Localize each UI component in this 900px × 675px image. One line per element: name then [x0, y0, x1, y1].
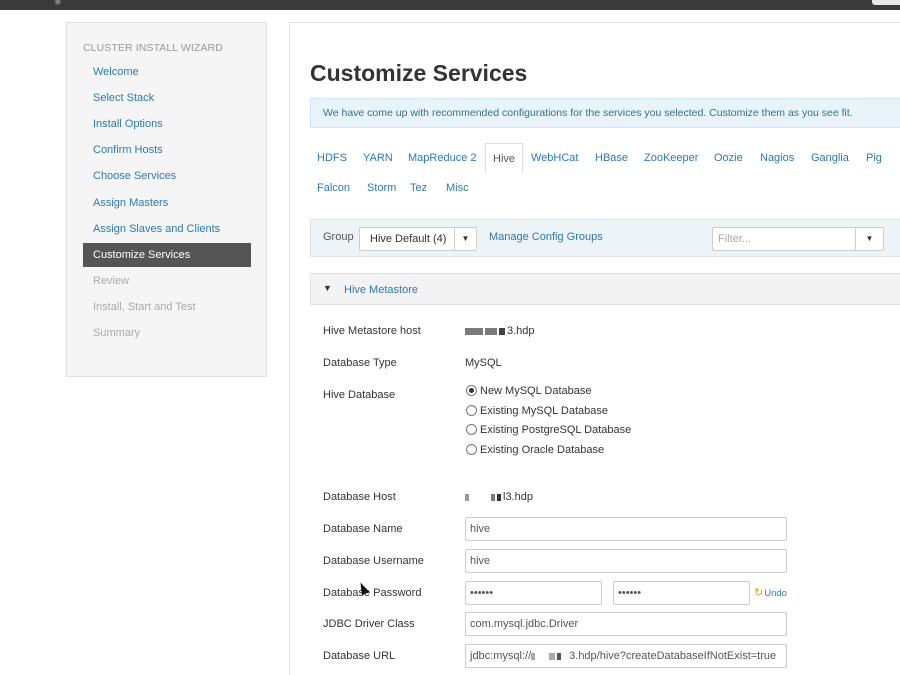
collapse-triangle-icon[interactable]: ▼ [323, 283, 332, 293]
wizard-step-install-start-test: Install, Start and Test [93, 301, 196, 313]
undo-button[interactable]: ↻Undo [754, 586, 787, 599]
redacted-mark [465, 327, 483, 335]
wizard-step-assign-slaves[interactable]: Assign Slaves and Clients [83, 217, 251, 241]
config-group-value: Hive Default (4) [370, 233, 447, 245]
wizard-step-summary: Summary [93, 327, 141, 339]
database-url-input[interactable]: jdbc:mysql:// 3.hdp/hive?createDatabaseIf… [465, 644, 787, 668]
wizard-step-customize-services[interactable]: Customize Services [83, 243, 251, 267]
tab-falcon[interactable]: Falcon [310, 173, 357, 203]
radio-label: Existing Oracle Database [480, 444, 605, 456]
redacted-mark [557, 652, 562, 660]
group-label: Group [323, 231, 354, 243]
page-title: Customize Services [310, 60, 528, 86]
wizard-step-welcome[interactable]: Welcome [83, 60, 251, 84]
tab-nagios[interactable]: Nagios [753, 143, 801, 173]
wizard-step-assign-masters[interactable]: Assign Masters [83, 191, 251, 215]
database-host-label: Database Host [323, 491, 396, 503]
tab-tez[interactable]: Tez [403, 173, 434, 203]
hive-metastore-section-header[interactable]: ▼ Hive Metastore [310, 273, 900, 305]
database-url-suffix: 3.hdp/hive?createDatabaseIfNotExist=true [569, 650, 777, 662]
metastore-host-text: 3.hdp [507, 325, 535, 337]
wizard-step-confirm-hosts[interactable]: Confirm Hosts [83, 138, 251, 162]
tab-mapreduce2[interactable]: MapReduce 2 [401, 143, 484, 173]
radio-checked-icon[interactable] [466, 385, 477, 396]
radio-existing-mysql[interactable]: Existing MySQL Database [466, 404, 608, 420]
tab-zookeeper[interactable]: ZooKeeper [637, 143, 705, 173]
tab-yarn[interactable]: YARN [356, 143, 400, 173]
database-password-input[interactable]: •••••• [465, 581, 602, 605]
tab-oozie[interactable]: Oozie [707, 143, 750, 173]
config-group-select[interactable]: Hive Default (4) ▼ [359, 227, 477, 251]
radio-label: Existing MySQL Database [480, 405, 608, 417]
database-type-label: Database Type [323, 357, 397, 369]
metastore-host-value: 3.hdp [465, 325, 535, 337]
redacted-mark [499, 327, 505, 335]
jdbc-driver-input[interactable]: com.mysql.jdbc.Driver [465, 612, 787, 636]
database-password-label: Database Password [323, 587, 422, 599]
redacted-mark [485, 327, 497, 335]
tab-misc[interactable]: Misc [439, 173, 476, 203]
radio-new-mysql[interactable]: New MySQL Database [466, 384, 591, 400]
radio-icon[interactable] [466, 424, 477, 435]
radio-label: New MySQL Database [480, 385, 592, 397]
caret-down-icon[interactable]: ▼ [855, 228, 883, 250]
tab-hive[interactable]: Hive [485, 143, 524, 173]
redacted-mark [465, 493, 469, 501]
redacted-mark [491, 493, 495, 501]
database-host-value: l3.hdp [465, 491, 533, 503]
redacted-mark [531, 652, 536, 660]
tab-pig[interactable]: Pig [859, 143, 889, 173]
info-alert: We have come up with recommended configu… [310, 98, 900, 128]
wizard-step-review: Review [93, 275, 130, 287]
radio-existing-oracle[interactable]: Existing Oracle Database [466, 443, 604, 459]
manage-config-groups-link[interactable]: Manage Config Groups [489, 231, 603, 243]
filter-input[interactable]: Filter... ▼ [712, 227, 884, 251]
radio-icon[interactable] [466, 405, 477, 416]
jdbc-driver-label: JDBC Driver Class [323, 618, 415, 630]
tab-storm[interactable]: Storm [360, 173, 403, 203]
filter-placeholder: Filter... [718, 233, 752, 245]
tab-ganglia[interactable]: Ganglia [804, 143, 856, 173]
section-title[interactable]: Hive Metastore [344, 284, 418, 296]
radio-existing-postgresql[interactable]: Existing PostgreSQL Database [466, 423, 631, 439]
database-username-label: Database Username [323, 555, 424, 567]
hive-database-label: Hive Database [323, 389, 396, 401]
logo-icon: ✺ [54, 0, 62, 7]
wizard-step-install-options[interactable]: Install Options [83, 112, 251, 136]
wizard-step-choose-services[interactable]: Choose Services [83, 164, 251, 188]
main-panel: Customize Services We have come up with … [289, 22, 900, 675]
service-tabs: HDFS YARN MapReduce 2 Hive WebHCat HBase… [310, 143, 900, 203]
radio-label: Existing PostgreSQL Database [480, 424, 632, 436]
redacted-mark [497, 493, 501, 501]
config-group-bar: Group Hive Default (4) ▼ Manage Config G… [310, 219, 900, 257]
top-navbar: ✺ [0, 0, 900, 10]
undo-label[interactable]: Undo [764, 588, 787, 599]
caret-down-icon[interactable]: ▼ [454, 228, 476, 250]
undo-icon[interactable]: ↻ [754, 587, 763, 599]
database-host-text: l3.hdp [503, 491, 533, 503]
database-url-prefix: jdbc:mysql:// [470, 650, 532, 662]
database-username-input[interactable]: hive [465, 549, 787, 573]
tab-webhcat[interactable]: WebHCat [524, 143, 585, 173]
metastore-host-label: Hive Metastore host [323, 325, 421, 337]
wizard-sidebar: CLUSTER INSTALL WIZARD Welcome Select St… [66, 22, 267, 377]
wizard-title: CLUSTER INSTALL WIZARD [83, 42, 223, 54]
database-name-label: Database Name [323, 523, 403, 535]
database-name-input[interactable]: hive [465, 517, 787, 541]
tab-hdfs[interactable]: HDFS [310, 143, 354, 173]
tab-hbase[interactable]: HBase [588, 143, 635, 173]
database-url-label: Database URL [323, 650, 396, 662]
user-menu[interactable] [872, 0, 900, 5]
database-password-confirm-input[interactable]: •••••• [613, 581, 750, 605]
wizard-step-select-stack[interactable]: Select Stack [83, 86, 251, 110]
radio-icon[interactable] [466, 444, 477, 455]
redacted-mark [549, 652, 556, 660]
database-type-value: MySQL [465, 357, 502, 369]
